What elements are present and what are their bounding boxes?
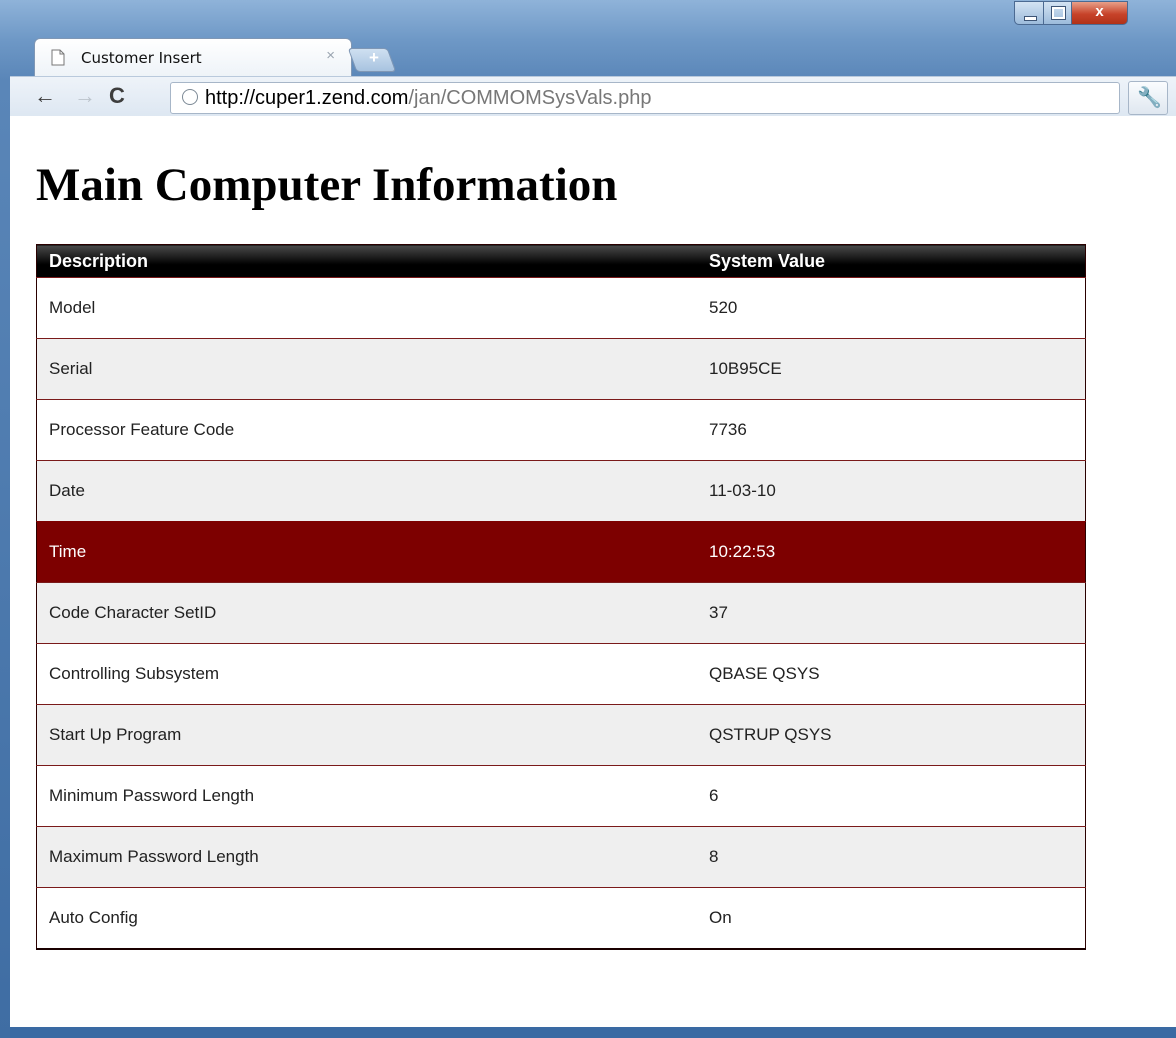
row-description: Maximum Password Length <box>36 826 697 888</box>
row-value: QBASE QSYS <box>697 643 1086 705</box>
window-controls: x <box>1014 1 1128 27</box>
maximize-button[interactable] <box>1044 1 1072 25</box>
forward-button[interactable]: → <box>74 84 96 108</box>
globe-icon <box>182 89 198 105</box>
settings-wrench-button[interactable]: 🔧 <box>1128 81 1168 115</box>
url-path: /jan/COMMOMSysVals.php <box>408 87 652 109</box>
page-icon <box>51 49 65 66</box>
row-value: 10:22:53 <box>697 521 1086 583</box>
close-icon: x <box>1095 3 1104 20</box>
table-row[interactable]: Auto Config On <box>36 887 1086 949</box>
row-value: 10B95CE <box>697 338 1086 400</box>
row-description: Time <box>36 521 697 583</box>
table-row[interactable]: Controlling Subsystem QBASE QSYS <box>36 643 1086 705</box>
row-description: Start Up Program <box>36 704 697 766</box>
row-description: Controlling Subsystem <box>36 643 697 705</box>
table-row[interactable]: Maximum Password Length 8 <box>36 826 1086 888</box>
row-value: 37 <box>697 582 1086 644</box>
row-description: Date <box>36 460 697 522</box>
address-bar[interactable]: http://cuper1.zend.com/jan/COMMOMSysVals… <box>170 82 1120 114</box>
row-value: 520 <box>697 277 1086 339</box>
page-content: Main Computer Information Description Sy… <box>10 116 1176 1027</box>
row-description: Auto Config <box>36 887 697 949</box>
table-header-row: Description System Value <box>36 244 1086 278</box>
row-value: 7736 <box>697 399 1086 461</box>
header-system-value: System Value <box>697 244 1086 278</box>
table-row[interactable]: Serial 10B95CE <box>36 338 1086 400</box>
row-value: 11-03-10 <box>697 460 1086 522</box>
table-row[interactable]: Code Character SetID 37 <box>36 582 1086 644</box>
row-description: Serial <box>36 338 697 400</box>
close-window-button[interactable]: x <box>1072 1 1128 25</box>
row-description: Minimum Password Length <box>36 765 697 827</box>
browser-toolbar: ← → C http://cuper1.zend.com/jan/COMMOMS… <box>10 76 1176 117</box>
browser-window: Customer Insert × + x ← → C http://cuper… <box>0 0 1176 1038</box>
table-row-highlighted[interactable]: Time 10:22:53 <box>36 521 1086 583</box>
url-host: http://cuper1.zend.com <box>205 87 409 109</box>
wrench-icon: 🔧 <box>1137 87 1162 109</box>
header-description: Description <box>36 244 697 278</box>
tab-close-icon[interactable]: × <box>326 47 335 64</box>
table-row[interactable]: Processor Feature Code 7736 <box>36 399 1086 461</box>
row-description: Model <box>36 277 697 339</box>
table-row[interactable]: Start Up Program QSTRUP QSYS <box>36 704 1086 766</box>
row-value: 8 <box>697 826 1086 888</box>
tab-title: Customer Insert <box>81 49 202 67</box>
url-text[interactable]: http://cuper1.zend.com/jan/COMMOMSysVals… <box>205 87 651 110</box>
window-bottom-border <box>10 1027 1176 1038</box>
tab-customer-insert[interactable]: Customer Insert × <box>34 38 352 76</box>
table-row[interactable]: Model 520 <box>36 277 1086 339</box>
back-button[interactable]: ← <box>34 84 56 108</box>
table-row[interactable]: Minimum Password Length 6 <box>36 765 1086 827</box>
new-tab-plus-icon[interactable]: + <box>366 48 382 68</box>
table-row[interactable]: Date 11-03-10 <box>36 460 1086 522</box>
reload-button[interactable]: C <box>109 84 125 108</box>
page-title: Main Computer Information <box>36 159 618 211</box>
row-value: On <box>697 887 1086 949</box>
title-bar: Customer Insert × + x <box>0 0 1176 76</box>
minimize-button[interactable] <box>1014 1 1044 25</box>
row-value: QSTRUP QSYS <box>697 704 1086 766</box>
system-values-table: Description System Value Model 520 Seria… <box>36 244 1086 950</box>
row-description: Code Character SetID <box>36 582 697 644</box>
row-description: Processor Feature Code <box>36 399 697 461</box>
row-value: 6 <box>697 765 1086 827</box>
